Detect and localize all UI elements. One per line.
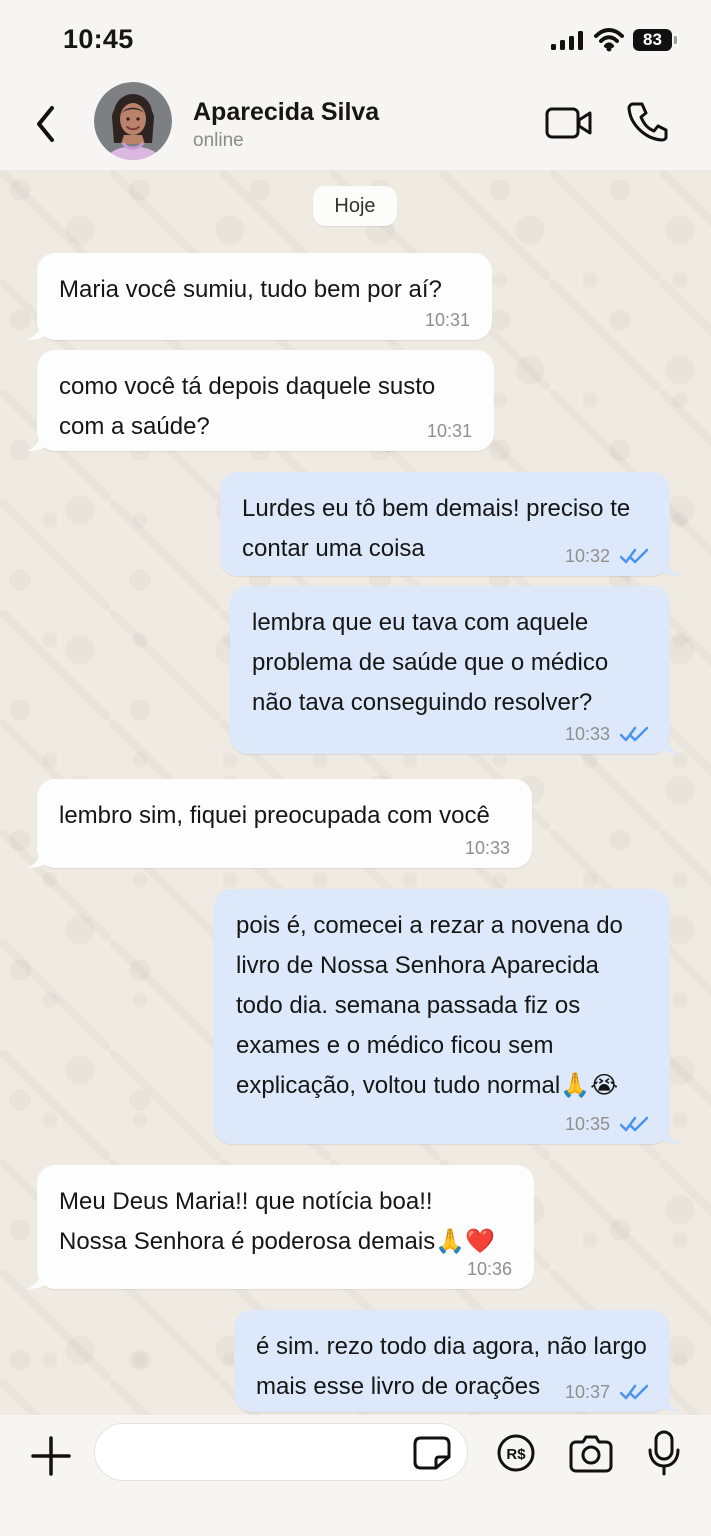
message-bubble-incoming[interactable]: Meu Deus Maria!! que notícia boa!! Nossa… <box>27 1165 534 1289</box>
avatar[interactable] <box>94 82 172 160</box>
message-bubble-incoming[interactable]: Maria você sumiu, tudo bem por aí? 10:31 <box>27 253 492 340</box>
battery-level: 83 <box>633 29 672 51</box>
message-text: Maria você sumiu, tudo bem por aí? <box>59 276 442 303</box>
message-time: 10:32 <box>564 546 610 566</box>
status-bar: 10:45 83 <box>0 0 711 78</box>
incoming-bubble-tail-icon <box>27 846 45 868</box>
phone-icon <box>627 102 668 142</box>
camera-button[interactable] <box>568 1433 614 1473</box>
incoming-bubble-tail-icon <box>27 318 45 340</box>
message-bubble-incoming[interactable]: lembro sim, fiquei preocupada com você 1… <box>27 779 532 868</box>
svg-text:R$: R$ <box>506 1446 526 1463</box>
sticker-button[interactable] <box>412 1435 452 1471</box>
message-meta: 10:31 <box>425 310 470 330</box>
message-bubble-incoming[interactable]: como você tá depois daquele susto com a … <box>27 350 494 451</box>
double-check-icon <box>620 1116 648 1132</box>
outgoing-bubble-tail-icon <box>662 732 680 754</box>
double-check-icon <box>620 726 648 742</box>
message-bubble-outgoing[interactable]: é sim. rezo todo dia agora, não largo ma… <box>234 1310 680 1412</box>
message-meta: 10:36 <box>467 1259 512 1279</box>
message-meta: 10:33 <box>565 724 648 744</box>
message-meta: 10:32 <box>565 546 648 566</box>
contact-status: online <box>193 130 244 151</box>
message-time: 10:37 <box>564 1382 610 1402</box>
message-text: como você tá depois daquele susto com a … <box>59 373 436 440</box>
message-bubble-outgoing[interactable]: pois é, comecei a rezar a novena do livr… <box>214 889 680 1144</box>
sticker-icon <box>413 1436 451 1470</box>
incoming-bubble-tail-icon <box>27 429 45 451</box>
date-pill: Hoje <box>313 186 397 226</box>
status-time: 10:45 <box>63 24 134 54</box>
chat-header: Aparecida Silva online <box>0 78 711 170</box>
microphone-button[interactable] <box>645 1429 683 1477</box>
attach-button[interactable] <box>30 1435 72 1477</box>
outgoing-bubble-tail-icon <box>662 1122 680 1144</box>
message-time: 10:36 <box>466 1259 512 1279</box>
message-meta: 10:31 <box>427 421 472 441</box>
message-meta: 10:33 <box>465 838 510 858</box>
message-time: 10:33 <box>564 724 610 744</box>
message-text: lembro sim, fiquei preocupada com você <box>59 802 490 829</box>
microphone-icon <box>648 1430 680 1476</box>
contact-name[interactable]: Aparecida Silva <box>193 98 379 127</box>
chevron-left-icon <box>37 106 54 142</box>
message-bubble-outgoing[interactable]: Lurdes eu tô bem demais! preciso te cont… <box>220 472 680 576</box>
pix-icon: R$ <box>497 1434 535 1472</box>
message-time: 10:31 <box>424 310 470 330</box>
message-text: pois é, comecei a rezar a novena do livr… <box>236 912 623 1099</box>
outgoing-bubble-tail-icon <box>662 554 680 576</box>
back-button[interactable] <box>28 102 62 146</box>
outgoing-bubble-tail-icon <box>662 1390 680 1412</box>
video-camera-icon <box>545 107 592 139</box>
message-text: Meu Deus Maria!! que notícia boa!! Nossa… <box>59 1188 495 1255</box>
message-text: lembra que eu tava com aquele problema d… <box>252 609 609 716</box>
message-composer: R$ <box>0 1415 711 1536</box>
camera-icon <box>569 1435 613 1473</box>
payment-button[interactable]: R$ <box>495 1432 537 1474</box>
voice-call-button[interactable] <box>627 100 669 142</box>
message-time: 10:35 <box>564 1114 610 1134</box>
incoming-bubble-tail-icon <box>27 1267 45 1289</box>
signal-icon <box>551 31 583 50</box>
wifi-icon <box>594 28 624 52</box>
double-check-icon <box>620 548 648 564</box>
message-time: 10:33 <box>464 838 510 858</box>
message-time: 10:31 <box>426 421 472 441</box>
message-bubble-outgoing[interactable]: lembra que eu tava com aquele problema d… <box>230 586 680 754</box>
message-meta: 10:37 <box>565 1382 648 1402</box>
double-check-icon <box>620 1384 648 1400</box>
message-meta: 10:35 <box>565 1114 648 1134</box>
plus-icon <box>31 1436 71 1476</box>
battery-cap <box>674 36 677 44</box>
battery-icon: 83 <box>633 29 679 51</box>
video-call-button[interactable] <box>545 104 593 142</box>
avatar-image <box>94 82 172 160</box>
